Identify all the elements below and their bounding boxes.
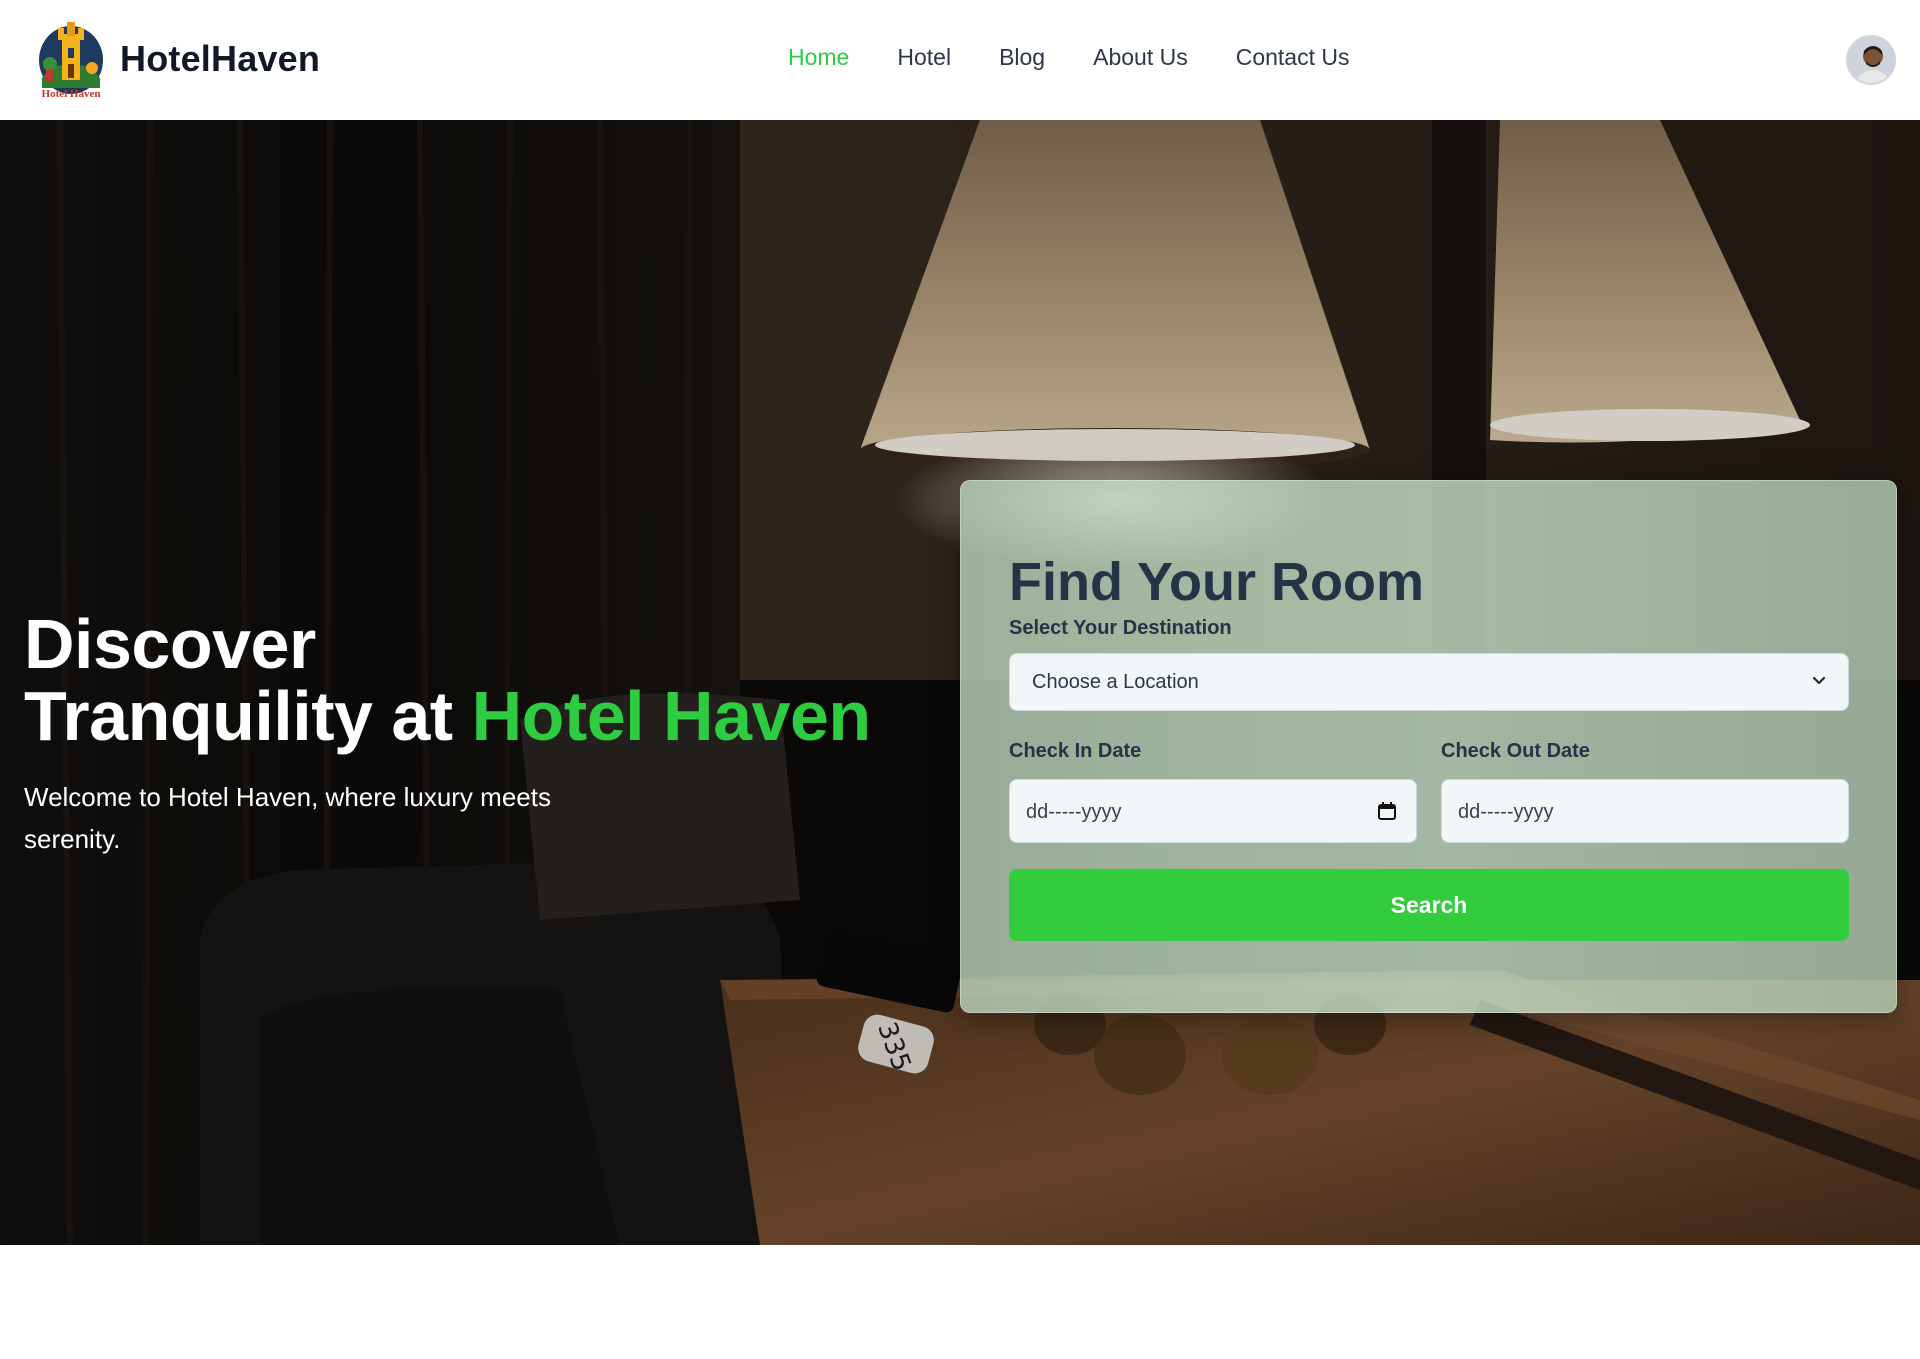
hero-section: 335 Discover Tranquility at Hotel Haven … (0, 120, 1920, 1245)
hero-title-line1: Discover (24, 605, 316, 683)
user-avatar[interactable] (1846, 35, 1896, 85)
hero-title-line2: Tranquility at (24, 677, 472, 755)
calendar-icon[interactable] (1376, 800, 1398, 822)
destination-select-value: Choose a Location (1032, 671, 1199, 693)
nav-hotel[interactable]: Hotel (897, 44, 951, 71)
destination-label: Select Your Destination (1009, 617, 1232, 639)
chevron-down-icon (1812, 676, 1826, 685)
check-in-date-value: dd-----yyyy (1026, 801, 1122, 823)
destination-select[interactable]: Choose a Location (1009, 653, 1849, 711)
search-button[interactable]: Search (1009, 869, 1849, 941)
nav-about-us[interactable]: About Us (1093, 44, 1188, 71)
brand-name[interactable]: HotelHaven (120, 38, 320, 80)
find-room-form: Find Your Room Select Your Destination C… (960, 480, 1897, 1013)
find-room-title: Find Your Room (1009, 552, 1424, 612)
check-out-label: Check Out Date (1441, 740, 1590, 762)
nav-blog[interactable]: Blog (999, 44, 1045, 71)
hero-title-highlight: Hotel Haven (471, 677, 872, 755)
user-avatar-icon (1848, 37, 1894, 83)
hotel-logo[interactable]: Hotel Haven (36, 18, 106, 104)
main-nav: Home Hotel Blog About Us Contact Us (788, 44, 1349, 71)
check-out-date-input[interactable]: dd-----yyyy (1441, 779, 1849, 843)
nav-contact-us[interactable]: Contact Us (1236, 44, 1350, 71)
check-in-date-input[interactable]: dd-----yyyy (1009, 779, 1417, 843)
check-out-date-value: dd-----yyyy (1458, 801, 1554, 823)
nav-home[interactable]: Home (788, 44, 849, 71)
hero-subtitle: Welcome to Hotel Haven, where luxury mee… (24, 782, 551, 854)
logo-caption: Hotel Haven (41, 88, 101, 100)
top-navbar: Hotel Haven HotelHaven Home Hotel Blog A… (0, 0, 1920, 120)
check-in-label: Check In Date (1009, 740, 1142, 762)
hero-title: Discover Tranquility at Hotel Haven (24, 608, 924, 752)
